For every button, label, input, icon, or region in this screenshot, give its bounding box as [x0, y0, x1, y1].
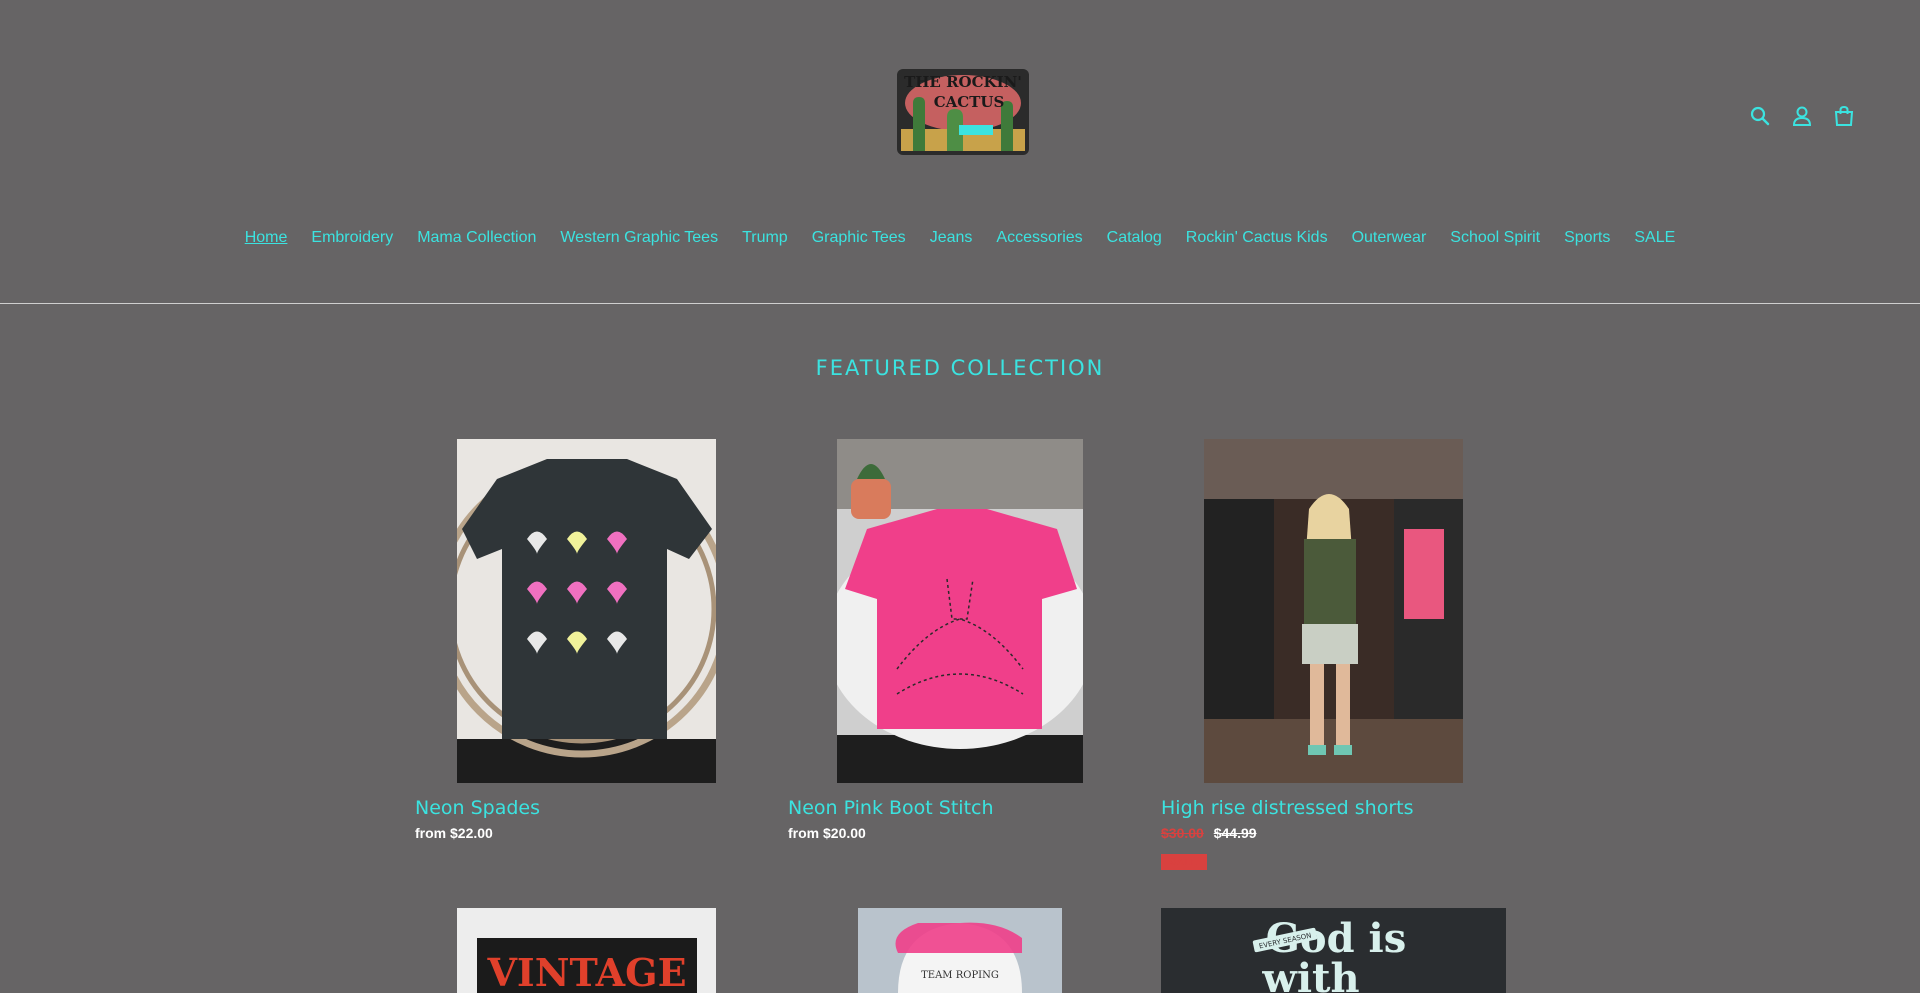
main-nav: Home Embroidery Mama Collection Western …	[0, 229, 1920, 247]
nav-trump[interactable]: Trump	[742, 229, 788, 247]
product-card[interactable]: Neon Pink Boot Stitch from $20.00	[788, 439, 1133, 849]
account-icon[interactable]	[1790, 104, 1814, 128]
product-card[interactable]: Neon Spades from $22.00	[415, 439, 760, 849]
svg-text:THE ROCKIN': THE ROCKIN'	[904, 73, 1022, 91]
product-image[interactable]: God is with EVERY SEASON	[1161, 908, 1506, 993]
product-image[interactable]	[457, 439, 716, 783]
featured-collection-title: FEATURED COLLECTION	[815, 356, 1105, 380]
header-icons	[1748, 104, 1856, 128]
product-card[interactable]: High rise distressed shorts $30.00 $44.9…	[1161, 439, 1506, 879]
product-card[interactable]: VINTAGE	[457, 908, 716, 993]
nav-embroidery[interactable]: Embroidery	[311, 229, 393, 247]
sale-price: $30.00	[1161, 825, 1204, 841]
nav-graphic-tees[interactable]: Graphic Tees	[812, 229, 906, 247]
svg-text:CACTUS: CACTUS	[934, 93, 1005, 111]
product-image[interactable]: TEAM ROPING	[858, 908, 1062, 993]
product-title[interactable]: Neon Pink Boot Stitch	[788, 797, 994, 819]
nav-sale[interactable]: SALE	[1634, 229, 1675, 247]
product-price: from $20.00	[788, 825, 866, 841]
nav-rockin-cactus-kids[interactable]: Rockin' Cactus Kids	[1186, 229, 1328, 247]
product-image[interactable]	[837, 439, 1083, 783]
nav-accessories[interactable]: Accessories	[996, 229, 1082, 247]
nav-western-graphic-tees[interactable]: Western Graphic Tees	[560, 229, 718, 247]
search-icon[interactable]	[1748, 104, 1772, 128]
svg-text:VINTAGE: VINTAGE	[486, 950, 686, 993]
product-price: from $22.00	[415, 825, 493, 841]
product-image[interactable]: VINTAGE	[457, 908, 716, 993]
product-title[interactable]: Neon Spades	[415, 797, 540, 819]
nav-jeans[interactable]: Jeans	[930, 229, 973, 247]
cart-icon[interactable]	[1832, 104, 1856, 128]
original-price: $44.99	[1213, 825, 1257, 841]
product-title[interactable]: High rise distressed shorts	[1161, 797, 1414, 819]
product-card[interactable]: TEAM ROPING	[858, 908, 1062, 993]
nav-outerwear[interactable]: Outerwear	[1352, 229, 1427, 247]
svg-text:TEAM ROPING: TEAM ROPING	[921, 970, 999, 981]
sale-badge: SALE	[1161, 854, 1208, 870]
nav-school-spirit[interactable]: School Spirit	[1450, 229, 1540, 247]
product-price: $30.00 $44.99	[1161, 825, 1257, 841]
product-card[interactable]: God is with EVERY SEASON	[1161, 908, 1506, 993]
nav-sports[interactable]: Sports	[1564, 229, 1610, 247]
svg-text:with: with	[1261, 955, 1359, 993]
store-logo[interactable]: THE ROCKIN' CACTUS	[893, 63, 1033, 163]
product-image[interactable]	[1204, 439, 1463, 783]
nav-home[interactable]: Home	[245, 229, 288, 247]
nav-mama-collection[interactable]: Mama Collection	[417, 229, 536, 247]
nav-catalog[interactable]: Catalog	[1107, 229, 1162, 247]
site-header: THE ROCKIN' CACTUS Home Embroidery Mama …	[0, 0, 1920, 304]
